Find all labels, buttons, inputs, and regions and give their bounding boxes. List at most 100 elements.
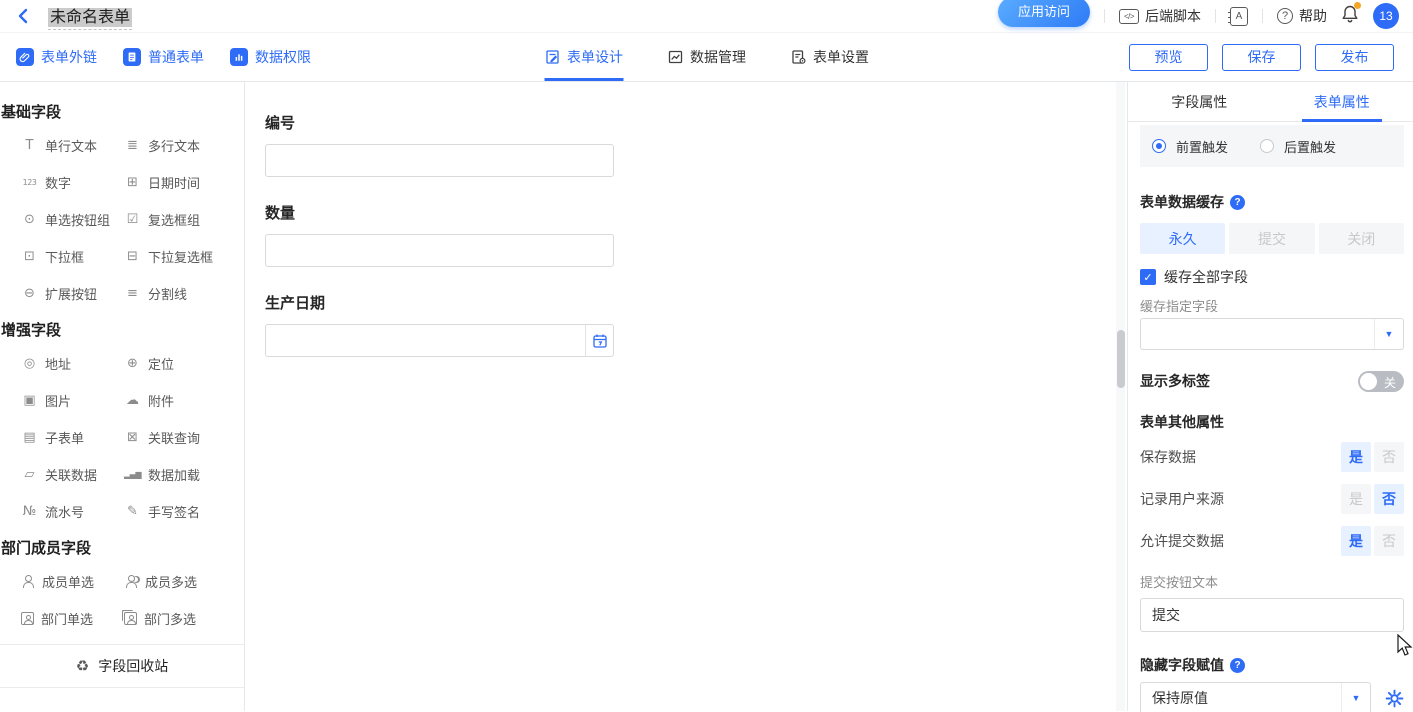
field-item-extend-button[interactable]: ⊖扩展按钮	[21, 284, 124, 303]
checkbox-checked-icon[interactable]: ✓	[1140, 269, 1156, 285]
notifications-button[interactable]	[1341, 4, 1359, 29]
backend-script-button[interactable]: </> 后端脚本	[1119, 6, 1201, 26]
allow-submit-yes-button[interactable]: 是	[1341, 526, 1371, 556]
signature-icon: ✎	[124, 504, 141, 519]
back-button[interactable]	[12, 5, 34, 27]
help-question-icon[interactable]: ?	[1230, 195, 1245, 210]
field-item-image[interactable]: ▣图片	[21, 391, 124, 410]
field-item-datetime[interactable]: ⊞日期时间	[124, 173, 244, 192]
field-input-production-date[interactable]	[266, 325, 585, 356]
recycle-icon: ♻	[76, 657, 89, 675]
canvas-field-quantity[interactable]: 数量	[265, 202, 614, 267]
submit-button-text-input[interactable]	[1140, 598, 1404, 632]
field-item-data-load[interactable]: ▂▄▆数据加载	[124, 465, 244, 484]
save-button[interactable]: 保存	[1222, 44, 1301, 71]
field-item-multi-select[interactable]: ⊟下拉复选框	[124, 247, 244, 266]
field-item-location[interactable]: ⊕定位	[124, 354, 244, 373]
code-icon: </>	[1119, 9, 1139, 24]
save-data-row: 保存数据 是 否	[1140, 442, 1404, 472]
number-icon: 123	[21, 178, 38, 187]
field-item-subform[interactable]: ▤子表单	[21, 428, 124, 447]
contacts-icon[interactable]: A	[1230, 7, 1248, 26]
attachment-icon: ☁	[124, 393, 141, 408]
field-item-linked-query[interactable]: ⊠关联查询	[124, 428, 244, 447]
divider	[1104, 9, 1105, 23]
cache-specified-fields-select[interactable]: ▼	[1140, 318, 1404, 350]
field-recycle-bin[interactable]: ♻ 字段回收站	[0, 644, 244, 688]
help-question-icon[interactable]: ?	[1230, 658, 1245, 673]
submit-button-text-label: 提交按钮文本	[1140, 572, 1404, 588]
tab-form-external-link[interactable]: 表单外链	[16, 47, 97, 67]
tab-form-properties[interactable]: 表单属性	[1271, 82, 1413, 121]
form-title-editable[interactable]: 未命名表单	[48, 3, 132, 30]
cache-specified-fields-label: 缓存指定字段	[1140, 296, 1404, 312]
location-icon: ⊕	[124, 356, 141, 371]
hidden-field-assign-select[interactable]: 保持原值 ▼	[1140, 682, 1371, 712]
radio-label-pre-trigger[interactable]: 前置触发	[1176, 137, 1228, 156]
tab-field-properties[interactable]: 字段属性	[1128, 82, 1271, 121]
publish-button[interactable]: 发布	[1315, 44, 1394, 71]
canvas-scrollbar-thumb[interactable]	[1117, 330, 1125, 388]
help-button[interactable]: ? 帮助	[1277, 6, 1327, 26]
record-user-source-row: 记录用户来源 是 否	[1140, 484, 1404, 514]
radio-label-post-trigger[interactable]: 后置触发	[1284, 137, 1336, 156]
cache-option-forever[interactable]: 永久	[1140, 223, 1225, 254]
save-data-yes-button[interactable]: 是	[1341, 442, 1371, 472]
field-item-member-single[interactable]: 成员单选	[21, 572, 124, 591]
tab-data-permission[interactable]: 数据权限	[230, 47, 311, 67]
date-picker-button[interactable]	[585, 325, 613, 356]
record-source-yes-button[interactable]: 是	[1341, 484, 1371, 514]
allow-submit-no-button[interactable]: 否	[1374, 526, 1404, 556]
field-item-serial-number[interactable]: №流水号	[21, 502, 124, 521]
member-multi-icon	[124, 575, 138, 588]
record-source-no-button[interactable]: 否	[1374, 484, 1404, 514]
dept-single-icon	[21, 612, 34, 625]
tab-form-settings[interactable]: 表单设置	[790, 33, 869, 81]
field-item-select[interactable]: ⊡下拉框	[21, 247, 124, 266]
field-input-quantity[interactable]	[265, 234, 614, 267]
field-item-address[interactable]: ◎地址	[21, 354, 124, 373]
divider	[1215, 9, 1216, 23]
single-text-icon: T	[21, 138, 38, 153]
field-item-checkbox-group[interactable]: ☑复选框组	[124, 210, 244, 229]
field-library-sidebar: 基础字段 T单行文本 ≣多行文本 123数字 ⊞日期时间 ⊙单选按钮组 ☑复选框…	[0, 82, 245, 711]
field-item-radio-group[interactable]: ⊙单选按钮组	[21, 210, 124, 229]
radio-pre-trigger[interactable]	[1152, 139, 1166, 153]
radio-post-trigger[interactable]	[1260, 139, 1274, 153]
field-item-number[interactable]: 123数字	[21, 173, 124, 192]
canvas-scrollbar-track[interactable]	[1116, 82, 1125, 711]
preview-button[interactable]: 预览	[1129, 44, 1208, 71]
field-input-number[interactable]	[265, 144, 614, 177]
hidden-field-assign-settings-button[interactable]	[1384, 688, 1404, 708]
chevron-down-icon: ▼	[1352, 693, 1361, 703]
tab-data-management[interactable]: 数据管理	[667, 33, 746, 81]
link-icon	[16, 48, 34, 66]
app-access-button[interactable]: 应用访问	[998, 0, 1090, 27]
tab-form-design[interactable]: 表单设计	[544, 33, 623, 81]
field-item-multi-text[interactable]: ≣多行文本	[124, 136, 244, 155]
subform-icon: ▤	[21, 430, 38, 445]
canvas-field-number[interactable]: 编号	[265, 112, 614, 177]
notification-dot	[1354, 2, 1361, 9]
cache-option-submit[interactable]: 提交	[1229, 223, 1314, 254]
canvas-field-production-date[interactable]: 生产日期	[265, 292, 614, 357]
field-item-dept-multi[interactable]: 部门多选	[124, 609, 244, 628]
cache-all-fields-checkbox-row[interactable]: ✓ 缓存全部字段	[1140, 268, 1404, 286]
form-canvas[interactable]: 编号 数量 生产日期	[245, 82, 1127, 711]
multi-tab-toggle[interactable]: 关	[1358, 371, 1404, 392]
avatar[interactable]: 13	[1373, 3, 1399, 29]
field-item-single-text[interactable]: T单行文本	[21, 136, 124, 155]
form-other-props-title: 表单其他属性	[1140, 412, 1404, 430]
field-item-divider[interactable]: ≡分割线	[124, 284, 244, 303]
field-item-member-multi[interactable]: 成员多选	[124, 572, 244, 591]
data-load-icon: ▂▄▆	[124, 470, 141, 479]
field-item-signature[interactable]: ✎手写签名	[124, 502, 244, 521]
field-item-linked-data[interactable]: ▱关联数据	[21, 465, 124, 484]
field-item-attachment[interactable]: ☁附件	[124, 391, 244, 410]
save-data-no-button[interactable]: 否	[1374, 442, 1404, 472]
tab-normal-form[interactable]: 普通表单	[123, 47, 204, 67]
cache-option-close[interactable]: 关闭	[1319, 223, 1404, 254]
image-icon: ▣	[21, 393, 38, 408]
form-title[interactable]: 未命名表单	[48, 8, 132, 27]
field-item-dept-single[interactable]: 部门单选	[21, 609, 124, 628]
